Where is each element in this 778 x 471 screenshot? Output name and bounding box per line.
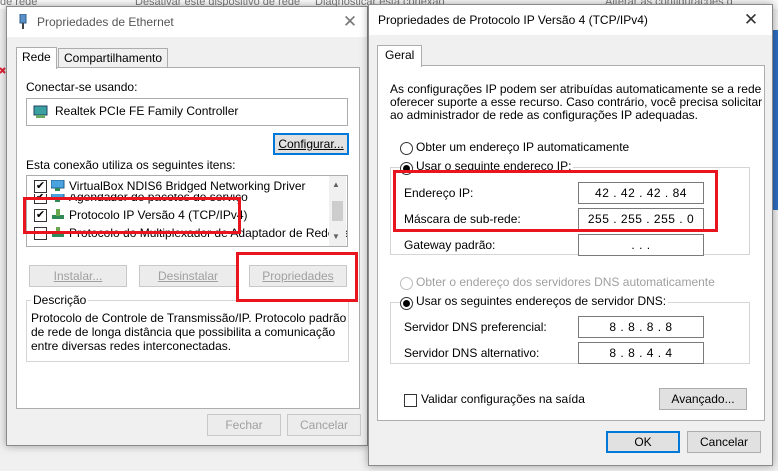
title-bar: Propriedades de Protocolo IP Versão 4 (T… xyxy=(369,5,772,35)
validate-label: Validar configurações na saída xyxy=(421,392,585,406)
gateway-label: Gateway padrão: xyxy=(404,238,496,252)
advanced-button[interactable]: Avançado... xyxy=(659,388,747,410)
tab-geral[interactable]: Geral xyxy=(377,45,423,67)
uninstall-button-label: Desinstalar xyxy=(157,269,219,283)
window-title: Propriedades de Protocolo IP Versão 4 (T… xyxy=(378,13,648,27)
intro-line-3: ao administrador de rede as configuraçõe… xyxy=(390,108,698,122)
uninstall-button[interactable]: Desinstalar xyxy=(139,265,237,287)
checkbox-checked[interactable]: ✔ xyxy=(34,180,47,193)
scroll-thumb[interactable] xyxy=(332,201,343,221)
list-item[interactable]: ✔ VirtualBox NDIS6 Bridged Networking Dr… xyxy=(27,177,329,195)
geral-tab-panel: As configurações IP podem ser atribuídas… xyxy=(377,65,765,421)
adapter-field: Realtek PCIe FE Family Controller xyxy=(26,98,348,126)
use-dns-label: Usar os seguintes endereços de servidor … xyxy=(414,294,669,308)
connect-using-label: Conectar-se usando: xyxy=(26,80,138,94)
obtain-ip-auto-label: Obter um endereço IP automaticamente xyxy=(416,140,630,154)
gateway-field[interactable]: . . . xyxy=(578,234,704,256)
list-item-label: VirtualBox NDIS6 Bridged Networking Driv… xyxy=(69,179,306,193)
items-label: Esta conexão utiliza os seguintes itens: xyxy=(26,158,236,172)
cancel-button[interactable]: Cancelar xyxy=(287,414,361,436)
description-line-3: entre diversas redes interconectadas. xyxy=(31,339,232,353)
description-line-2: de rede de longa distância que possibili… xyxy=(31,325,336,339)
radio-obtain-dns-auto[interactable] xyxy=(400,277,413,290)
alternate-dns-field[interactable]: 8 . 8 . 4 . 4 xyxy=(578,342,704,364)
obtain-dns-auto-label: Obter o endereço dos servidores DNS auto… xyxy=(416,275,715,289)
configure-button[interactable]: Configurar... xyxy=(273,133,349,155)
window-title: Propriedades de Ethernet xyxy=(37,15,174,29)
list-scrollbar[interactable]: ▲ ▼ xyxy=(329,176,346,246)
description-line-1: Protocolo de Controle de Transmissão/IP.… xyxy=(31,311,347,325)
highlight-ip-fields xyxy=(393,170,718,232)
network-adapter-icon xyxy=(17,13,29,33)
highlight-properties-button xyxy=(236,252,358,302)
intro-line-1: As configurações IP podem ser atribuídas… xyxy=(390,82,762,96)
title-bar: Propriedades de Ethernet ✕ xyxy=(7,7,367,37)
scroll-up-icon[interactable]: ▲ xyxy=(332,180,340,189)
configure-button-label: Configurar... xyxy=(278,137,344,151)
install-button[interactable]: Instalar... xyxy=(29,265,127,287)
close-button[interactable]: Fechar xyxy=(207,414,281,436)
close-icon[interactable]: ✕ xyxy=(736,9,766,31)
intro-line-2: oferecer suporte a esse recurso. Caso co… xyxy=(390,95,763,109)
adapter-name: Realtek PCIe FE Family Controller xyxy=(55,104,239,118)
alternate-dns-label: Servidor DNS alternativo: xyxy=(404,346,540,360)
validate-checkbox[interactable] xyxy=(404,394,417,407)
radio-use-dns[interactable] xyxy=(400,297,413,310)
ok-button[interactable]: OK xyxy=(606,431,680,453)
radio-obtain-ip-auto[interactable] xyxy=(400,142,413,155)
highlight-ipv4-item xyxy=(23,197,241,234)
network-component-icon xyxy=(51,180,65,191)
rede-tab-panel: Conectar-se usando: Realtek PCIe FE Fami… xyxy=(16,67,360,409)
tab-compartilhamento[interactable]: Compartilhamento xyxy=(58,48,169,68)
preferred-dns-label: Servidor DNS preferencial: xyxy=(404,320,547,334)
ipv4-properties-window: Propriedades de Protocolo IP Versão 4 (T… xyxy=(368,4,773,466)
network-card-icon xyxy=(33,105,49,122)
close-icon[interactable]: ✕ xyxy=(335,11,365,33)
scroll-down-icon[interactable]: ▼ xyxy=(332,232,340,241)
tab-rede[interactable]: Rede xyxy=(16,47,57,69)
description-title: Descrição xyxy=(31,293,89,307)
preferred-dns-field[interactable]: 8 . 8 . 8 . 8 xyxy=(578,316,704,338)
install-button-label: Instalar... xyxy=(53,269,103,283)
cancel-button[interactable]: Cancelar xyxy=(687,431,761,453)
